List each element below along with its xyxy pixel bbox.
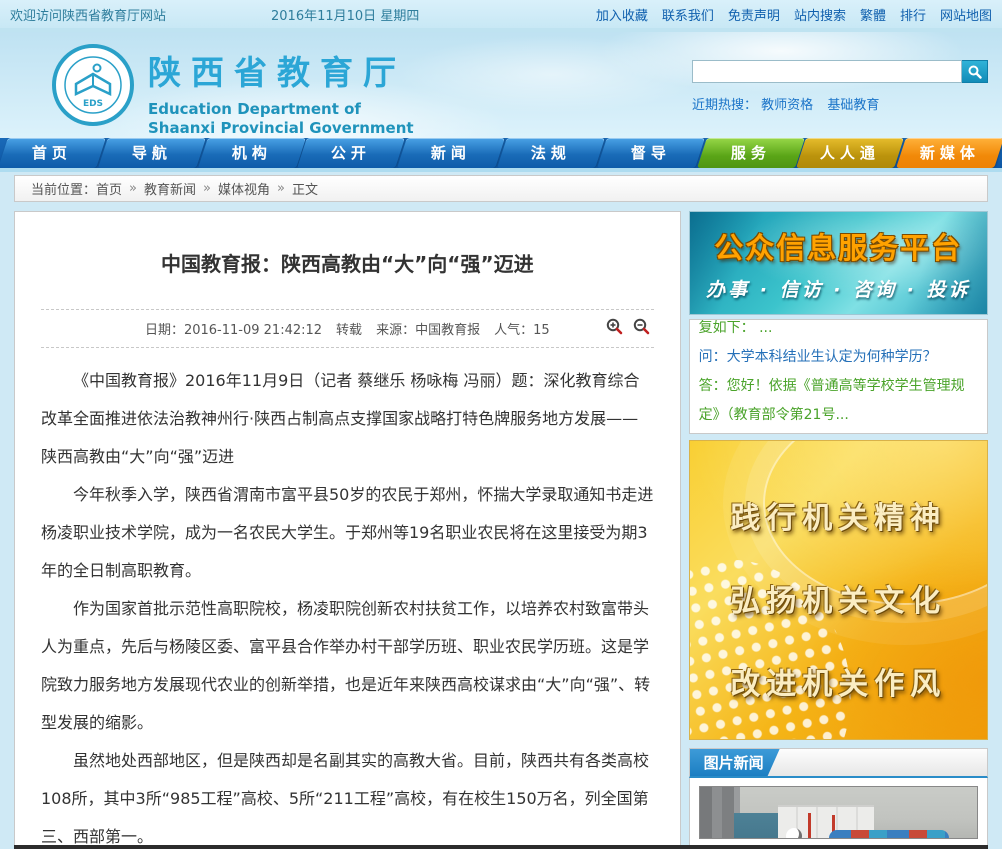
site-title-en: Education Department of Shaanxi Provinci… bbox=[148, 100, 414, 138]
photo-news-body bbox=[689, 778, 988, 848]
nav-tab-regulations[interactable]: 法规 bbox=[497, 138, 605, 168]
link-add-favorite[interactable]: 加入收藏 bbox=[596, 5, 648, 24]
breadcrumb-prefix: 当前位置： bbox=[31, 179, 96, 198]
article-repost-flag: 转载 bbox=[336, 323, 362, 338]
svg-text:EDS: EDS bbox=[83, 99, 103, 109]
search-input[interactable] bbox=[692, 60, 962, 83]
utility-links: 加入收藏 联系我们 免责声明 站内搜索 繁體 排行 网站地图 bbox=[596, 5, 992, 24]
nav-tab-disclosure[interactable]: 公开 bbox=[298, 138, 406, 168]
article-views: 15 bbox=[533, 323, 550, 338]
sidebar: 公众信息服务平台 办事 · 信访 · 咨询 · 投诉 复如下： ... 问：大学… bbox=[689, 211, 988, 848]
banner-line: 践行机关精神 bbox=[690, 493, 987, 537]
site-header: EDS 陕西省教育厅 Education Department of Shaan… bbox=[0, 32, 1002, 138]
breadcrumb-home[interactable]: 首页 bbox=[96, 179, 122, 198]
photo-soccer-ball bbox=[786, 828, 802, 839]
top-utility-bar: 欢迎访问陕西省教育厅网站 2016年11月10日 星期四 加入收藏 联系我们 免… bbox=[0, 0, 1002, 28]
article-source: 中国教育报 bbox=[415, 323, 480, 338]
nav-tab-new-media[interactable]: 新媒体 bbox=[896, 138, 1002, 168]
main-navigation: 首页 导航 机构 公开 新闻 法规 督导 服务 人人通 新媒体 bbox=[0, 138, 1002, 168]
logo-seal-icon: EDS bbox=[52, 44, 134, 126]
banner-line: 改进机关作风 bbox=[690, 659, 987, 703]
nav-tab-supervision[interactable]: 督导 bbox=[597, 138, 705, 168]
hot-search-row: 近期热搜： 教师资格 基础教育 bbox=[692, 94, 988, 113]
site-brand: 陕西省教育厅 Education Department of Shaanxi P… bbox=[148, 46, 414, 138]
banner-subtitle: 办事 · 信访 · 咨询 · 投诉 bbox=[706, 275, 970, 302]
article-paragraph: 虽然地处西部地区，但是陕西却是名副其实的高教大省。目前，陕西共有各类高校108所… bbox=[41, 742, 654, 848]
qa-item[interactable]: 复如下： ... bbox=[699, 319, 978, 343]
article-paragraph: 作为国家首批示范性高职院校，杨凌职院创新农村扶贫工作，以培养农村致富带头人为重点… bbox=[41, 590, 654, 742]
search-button[interactable] bbox=[962, 60, 988, 83]
link-ranking[interactable]: 排行 bbox=[900, 5, 926, 24]
nav-tab-home[interactable]: 首页 bbox=[0, 138, 106, 168]
current-date: 2016年11月10日 星期四 bbox=[271, 5, 419, 24]
bottom-edge-band bbox=[14, 845, 988, 849]
hot-search-label: 近期热搜： bbox=[692, 98, 757, 113]
zoom-in-icon[interactable] bbox=[606, 318, 623, 335]
breadcrumb: 当前位置： 首页 » 教育新闻 » 媒体视角 » 正文 bbox=[14, 175, 988, 202]
hot-term-teacher-cert[interactable]: 教师资格 bbox=[761, 98, 813, 113]
agency-spirit-banner[interactable]: 践行机关精神 弘扬机关文化 改进机关作风 bbox=[689, 440, 988, 740]
link-sitemap[interactable]: 网站地图 bbox=[940, 5, 992, 24]
article-body: 《中国教育报》2016年11月9日（记者 蔡继乐 杨咏梅 冯丽）题：深化教育综合… bbox=[41, 362, 654, 848]
zoom-out-icon[interactable] bbox=[633, 318, 650, 335]
nav-tab-renrentong[interactable]: 人人通 bbox=[797, 138, 905, 168]
nav-tab-services[interactable]: 服务 bbox=[697, 138, 805, 168]
search-icon bbox=[968, 65, 982, 79]
nav-tab-organization[interactable]: 机构 bbox=[198, 138, 306, 168]
breadcrumb-current: 正文 bbox=[292, 179, 318, 198]
main-content: 中国教育报：陕西高教由“大”向“强”迈进 日期：2016-11-09 21:42… bbox=[14, 211, 988, 848]
article-paragraph: 今年秋季入学，陕西省渭南市富平县50岁的农民于郑州，怀揣大学录取通知书走进杨凌职… bbox=[41, 476, 654, 590]
department-seal-logo: EDS bbox=[52, 44, 134, 126]
search-box bbox=[692, 60, 988, 83]
hot-term-basic-education[interactable]: 基础教育 bbox=[827, 98, 879, 113]
photo-color-arches bbox=[829, 830, 949, 839]
public-info-service-banner[interactable]: 公众信息服务平台 办事 · 信访 · 咨询 · 投诉 bbox=[689, 211, 988, 315]
article-title: 中国教育报：陕西高教由“大”向“强”迈进 bbox=[41, 248, 654, 277]
link-contact-us[interactable]: 联系我们 bbox=[662, 5, 714, 24]
link-traditional-chinese[interactable]: 繁體 bbox=[860, 5, 886, 24]
qa-item[interactable]: 答：您好！依据《普通高等学校学生管理规定》（教育部令第21号... bbox=[699, 372, 978, 430]
link-site-search[interactable]: 站内搜索 bbox=[794, 5, 846, 24]
photo-news-section: 图片新闻 bbox=[689, 748, 988, 848]
nav-tab-navigation[interactable]: 导航 bbox=[98, 138, 206, 168]
qa-ticker-panel: 复如下： ... 问：大学本科结业生认定为何种学历？ 答：您好！依据《普通高等学… bbox=[689, 319, 988, 434]
article-paragraph: 《中国教育报》2016年11月9日（记者 蔡继乐 杨咏梅 冯丽）题：深化教育综合… bbox=[41, 362, 654, 476]
article-meta: 日期：2016-11-09 21:42:12转载来源：中国教育报人气：15 bbox=[41, 309, 654, 348]
breadcrumb-education-news[interactable]: 教育新闻 bbox=[144, 179, 196, 198]
photo-news-image[interactable] bbox=[699, 786, 978, 839]
article-date: 2016-11-09 21:42:12 bbox=[184, 323, 322, 338]
photo-teal-building bbox=[734, 813, 778, 839]
nav-tab-news[interactable]: 新闻 bbox=[397, 138, 505, 168]
qa-item[interactable]: 问：西安欧亚学院招生宣传误导考生 bbox=[699, 430, 978, 434]
banner-title: 公众信息服务平台 bbox=[714, 225, 962, 267]
qa-item[interactable]: 问：大学本科结业生认定为何种学历？ bbox=[699, 343, 978, 372]
article-panel: 中国教育报：陕西高教由“大”向“强”迈进 日期：2016-11-09 21:42… bbox=[14, 211, 681, 848]
banner-line: 弘扬机关文化 bbox=[690, 576, 987, 620]
breadcrumb-media-view[interactable]: 媒体视角 bbox=[218, 179, 270, 198]
welcome-text: 欢迎访问陕西省教育厅网站 bbox=[10, 5, 166, 24]
link-disclaimer[interactable]: 免责声明 bbox=[728, 5, 780, 24]
nav-underline-strip bbox=[0, 168, 1002, 172]
site-title-cn: 陕西省教育厅 bbox=[148, 46, 414, 94]
font-zoom-controls bbox=[606, 318, 650, 335]
photo-news-header: 图片新闻 bbox=[689, 748, 988, 778]
photo-news-tab[interactable]: 图片新闻 bbox=[690, 749, 780, 776]
